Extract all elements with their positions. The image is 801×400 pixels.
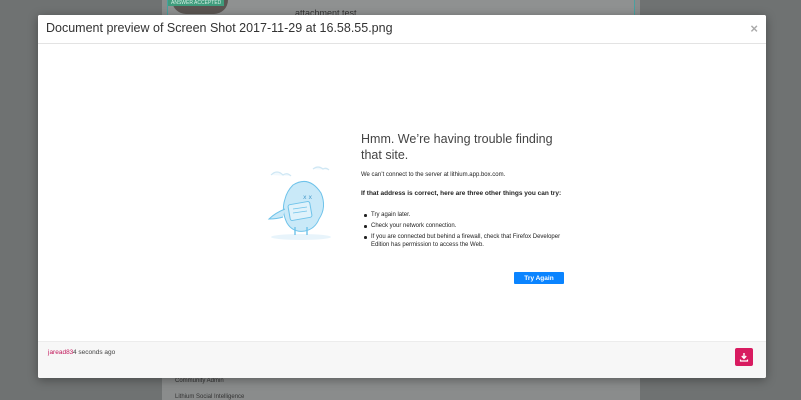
background-accepted-badge: ANSWER ACCEPTED <box>168 0 225 6</box>
suggestion-list: Try again later. Check your network conn… <box>361 211 571 252</box>
error-heading: Hmm. We’re having trouble finding that s… <box>361 132 553 162</box>
error-subheading: If that address is correct, here are thr… <box>361 190 562 197</box>
try-again-button[interactable]: Try Again <box>514 272 564 284</box>
modal-footer: jaread83 4 seconds ago <box>38 341 766 378</box>
svg-text:x x: x x <box>303 194 312 201</box>
background-text-community-admin: Community Admin <box>175 378 224 384</box>
close-button[interactable]: × <box>750 21 758 36</box>
background-text-social: Lithium Social Intelligence <box>175 394 245 400</box>
download-button[interactable] <box>735 348 753 366</box>
suggestion-item: Check your network connection. <box>361 222 571 230</box>
dinosaur-illustration-icon: x x <box>267 166 331 240</box>
document-preview-modal: Document preview of Screen Shot 2017-11-… <box>38 15 766 378</box>
modal-header: Document preview of Screen Shot 2017-11-… <box>38 15 766 44</box>
error-description: We can’t connect to the server at lithiu… <box>361 172 506 178</box>
author-link[interactable]: jaread83 <box>48 349 73 356</box>
download-icon <box>739 353 749 362</box>
suggestion-item: If you are connected but behind a firewa… <box>361 233 571 249</box>
preview-body: x x Hmm. We’re having trouble finding th… <box>38 44 766 340</box>
suggestion-item: Try again later. <box>361 211 571 219</box>
timestamp: 4 seconds ago <box>73 349 116 356</box>
modal-title: Document preview of Screen Shot 2017-11-… <box>46 21 393 35</box>
